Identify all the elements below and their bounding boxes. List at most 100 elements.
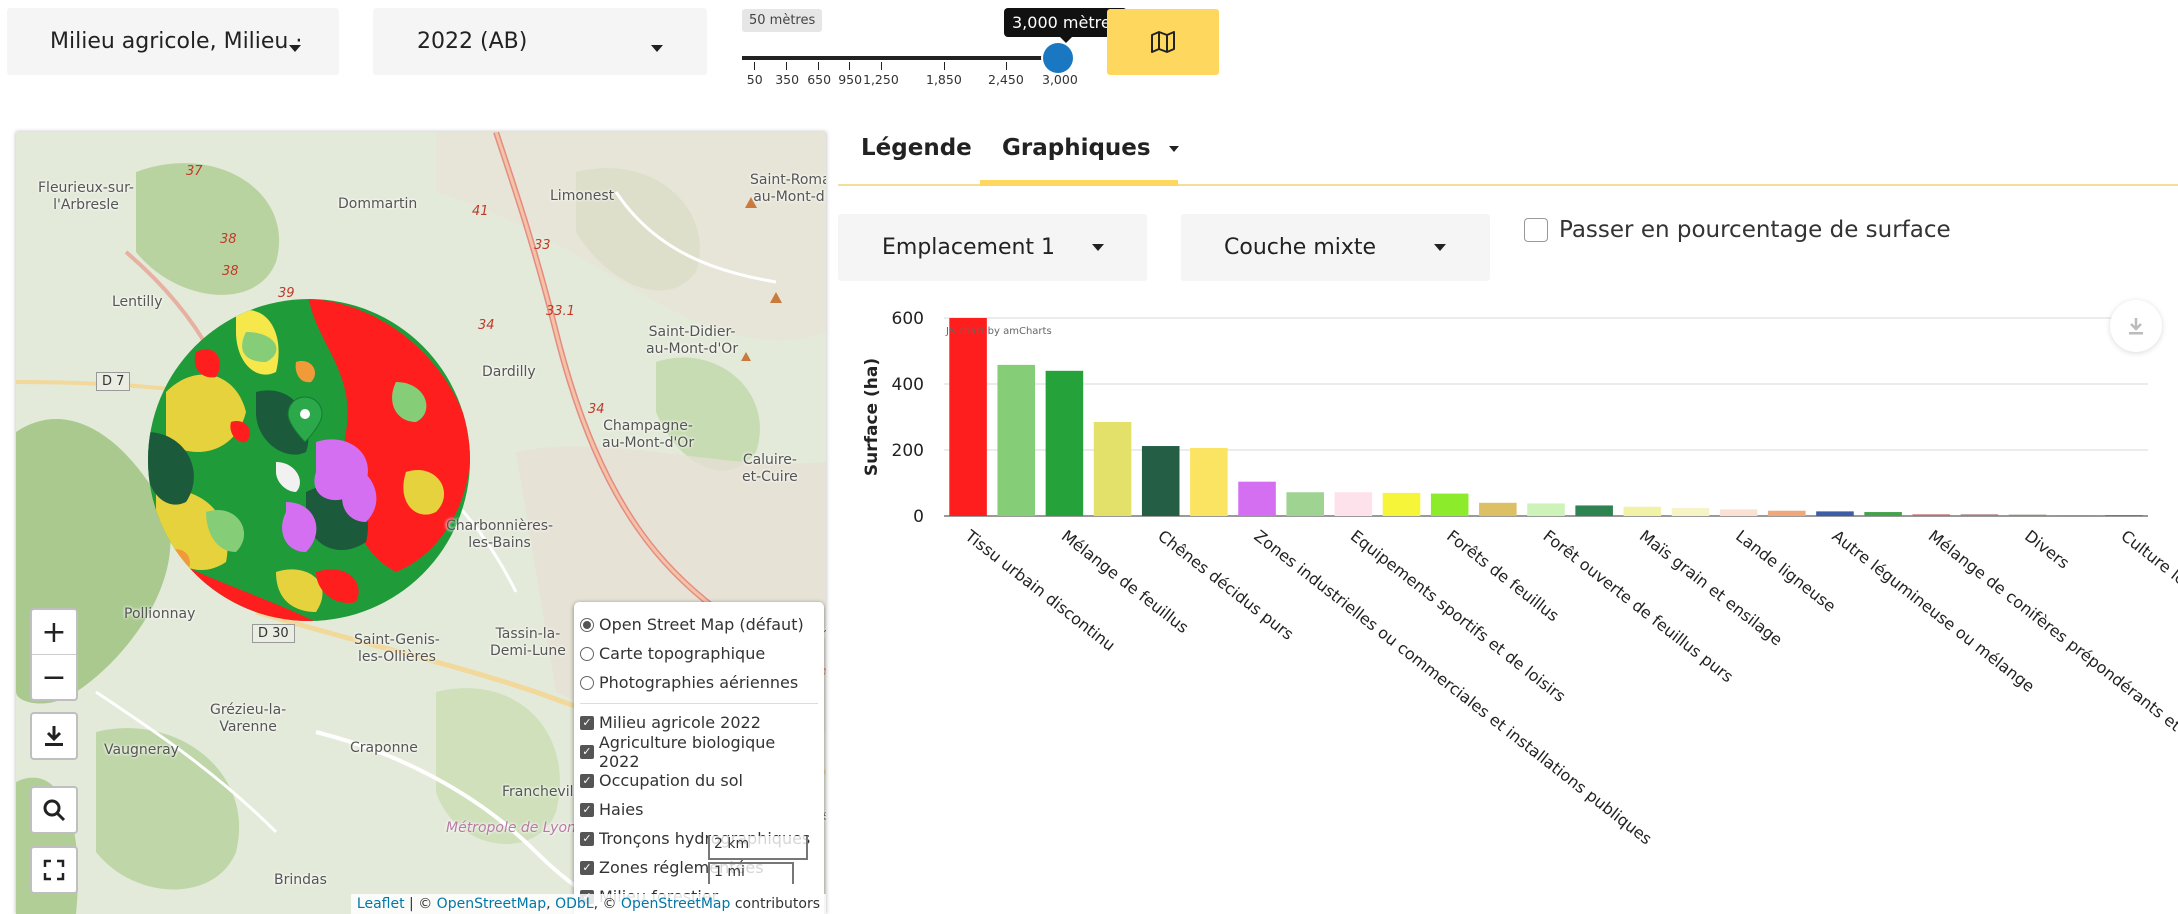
map-place-label: Métropole de Lyon	[446, 820, 576, 836]
attrib-sep: | ©	[404, 896, 437, 912]
chart-bar	[1816, 511, 1854, 516]
slider-tick	[881, 62, 882, 70]
map-place-label: Lentilly	[112, 294, 163, 310]
chart-bar	[1768, 510, 1806, 516]
slider-tick-label: 1,850	[926, 72, 962, 87]
chevron-down-icon	[651, 45, 663, 52]
radio-button[interactable]	[580, 617, 594, 632]
chart-bar	[2056, 515, 2095, 517]
base-layer-label: Open Street Map (défaut)	[599, 615, 804, 634]
chart-bar	[2008, 514, 2047, 516]
y-tick-label: 0	[913, 507, 924, 527]
checkbox[interactable]: ✓	[580, 802, 594, 817]
chart-bar	[1864, 512, 1902, 516]
map-place-label: Brindas	[274, 872, 327, 888]
checkbox[interactable]: ✓	[580, 744, 594, 759]
radio-button[interactable]	[580, 646, 594, 661]
overlay-option[interactable]: ✓ Agriculture biologique 2022	[580, 733, 818, 771]
chart-bar	[949, 318, 987, 516]
tab-graphiques[interactable]: Graphiques	[1002, 135, 1179, 161]
layer-select[interactable]: Milieu agricole, Milieu ·	[7, 8, 339, 75]
chart-bar	[1623, 506, 1662, 516]
checkbox[interactable]: ✓	[580, 715, 594, 730]
year-select[interactable]: 2022 (AB)	[373, 8, 707, 75]
osm-link[interactable]: OpenStreetMap	[437, 896, 546, 912]
tab-graphiques-label: Graphiques	[1002, 135, 1151, 161]
tab-legende[interactable]: Légende	[861, 135, 972, 161]
y-tick-label: 600	[892, 309, 924, 329]
chart-bar	[1286, 492, 1324, 516]
chevron-down-icon	[1168, 145, 1179, 152]
percent-checkbox[interactable]	[1524, 218, 1548, 242]
layer-select-value: Milieu agricole, Milieu ·	[50, 29, 303, 54]
download-map-button[interactable]	[30, 712, 78, 760]
distance-slider-handle[interactable]	[1043, 43, 1073, 73]
slider-tick	[818, 62, 819, 70]
road-number-label: 33	[534, 238, 551, 253]
zoom-in-button[interactable]: +	[32, 610, 76, 655]
road-number-label: 38	[220, 232, 237, 247]
distance-slider-track[interactable]	[742, 56, 1060, 60]
base-layer-label: Carte topographique	[599, 644, 766, 663]
search-icon	[43, 799, 66, 822]
map-view-button[interactable]	[1107, 9, 1219, 75]
leaflet-link[interactable]: Leaflet	[357, 896, 405, 912]
fullscreen-button[interactable]	[30, 846, 78, 894]
road-shield: D 30	[252, 624, 295, 643]
checkbox[interactable]: ✓	[580, 831, 594, 846]
slider-min-label: 50 mètres	[742, 9, 823, 32]
chart-bar	[1719, 509, 1758, 516]
chart-export-button[interactable]	[2110, 300, 2162, 352]
chevron-down-icon	[1434, 244, 1446, 251]
x-tick-label: Autre légumineuse ou mélange	[1828, 526, 2038, 696]
map-icon	[1151, 31, 1175, 53]
checkbox[interactable]: ✓	[580, 773, 594, 788]
scale-mi: 1 mi	[708, 862, 794, 884]
overlay-label: Milieu agricole 2022	[599, 713, 761, 732]
radio-button[interactable]	[580, 675, 594, 690]
slider-tick	[754, 62, 755, 70]
chart-bar	[1141, 446, 1180, 516]
base-layer-label: Photographies aériennes	[599, 673, 799, 692]
zoom-out-button[interactable]: −	[32, 655, 76, 699]
map-view[interactable]: Fleurieux-sur- l'Arbresle Dommartin Limone…	[16, 132, 826, 914]
map-place-label: Limonest	[550, 188, 615, 204]
map-place-label: Champagne- au-Mont-d'Or	[602, 418, 695, 451]
base-layer-option[interactable]: Photographies aériennes	[580, 668, 818, 697]
road-number-label: 37	[186, 164, 203, 179]
fullscreen-icon	[43, 859, 65, 881]
overlay-option[interactable]: ✓ Haies	[580, 795, 818, 824]
map-place-label: Caluire- et-Cuire	[742, 452, 798, 485]
map-place-label: Dommartin	[338, 196, 418, 212]
x-tick-label: Forêt ouverte de feuillus purs	[1540, 526, 1737, 686]
y-tick-label: 200	[892, 441, 924, 461]
slider-tick-label: 2,450	[988, 72, 1024, 87]
base-layer-option[interactable]: Carte topographique	[580, 639, 818, 668]
chevron-down-icon	[289, 45, 301, 52]
road-number-label: 39	[278, 286, 295, 301]
download-icon	[2129, 318, 2143, 335]
slider-tick	[1006, 62, 1007, 70]
overlay-label: Occupation du sol	[599, 771, 743, 790]
road-number-label: 34	[478, 318, 495, 333]
chart-layer-select-value: Couche mixte	[1224, 235, 1377, 260]
road-number-label: 38	[222, 264, 239, 279]
chart-bar	[1960, 514, 1999, 516]
checkbox[interactable]: ✓	[580, 860, 594, 875]
search-map-button[interactable]	[30, 786, 78, 834]
map-place-label: Charbonnières- les-Bains	[446, 518, 554, 551]
map-attribution: Leaflet | © OpenStreetMap, ODbL, © OpenS…	[350, 894, 826, 914]
location-select[interactable]: Emplacement 1	[838, 214, 1147, 281]
chart-bar	[997, 364, 1036, 516]
osm-contributors-link[interactable]: OpenStreetMap	[621, 896, 730, 912]
x-tick-label: Culture légumière	[2117, 526, 2178, 630]
base-layer-option[interactable]: Open Street Map (défaut)	[580, 610, 818, 639]
chevron-down-icon	[1092, 244, 1104, 251]
map-place-label: Saint-Genis- les-Ollières	[354, 632, 440, 665]
chart-layer-select[interactable]: Couche mixte	[1181, 214, 1490, 281]
x-tick-label: Lande ligneuse	[1732, 526, 1839, 616]
attrib-tail: contributors	[730, 896, 820, 912]
road-number-label: 34	[588, 402, 605, 417]
chart-bar	[1430, 493, 1469, 516]
odbl-link[interactable]: ODbL	[555, 896, 594, 912]
